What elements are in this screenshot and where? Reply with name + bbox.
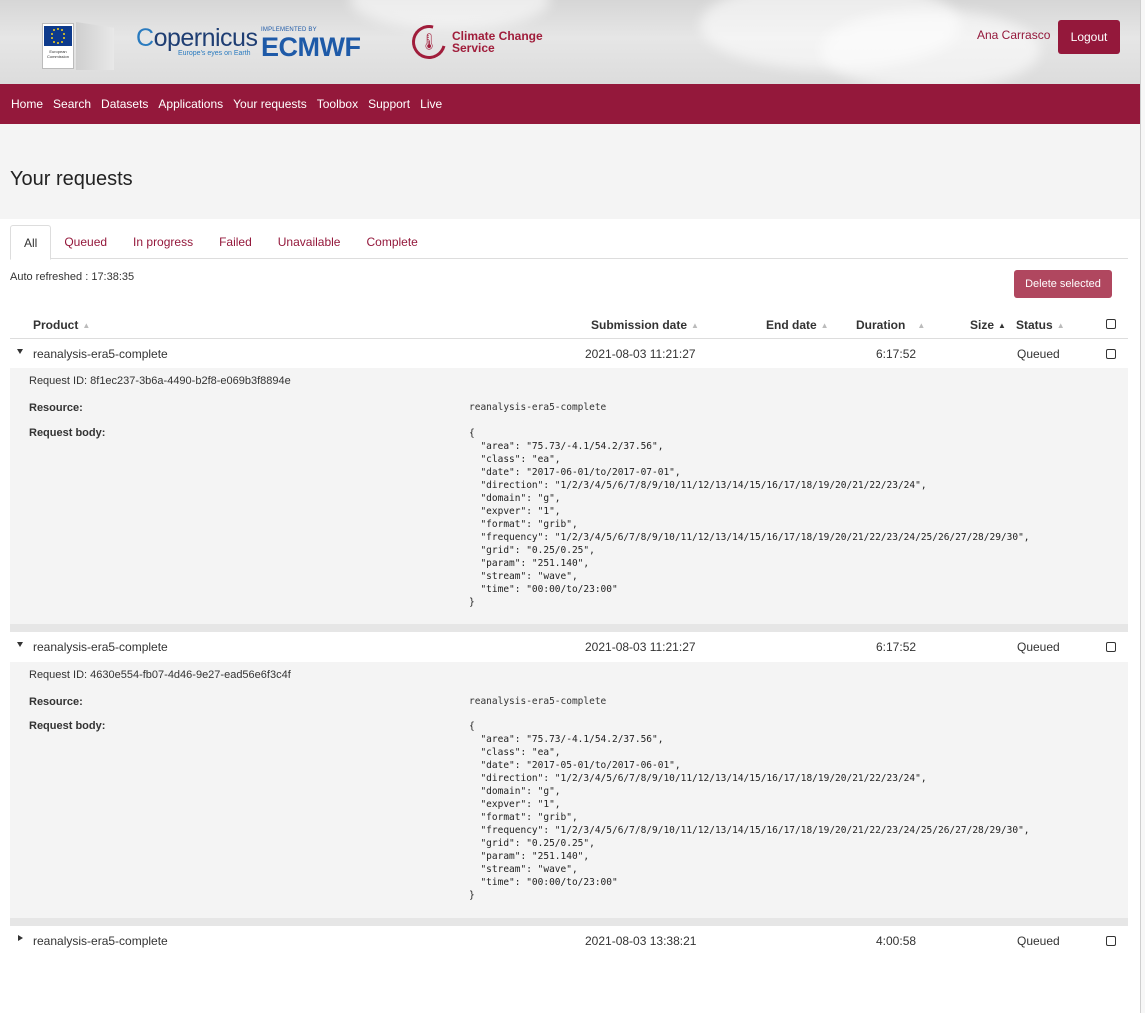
copernicus-logo[interactable]: Copernicus Europe's eyes on Earth xyxy=(136,24,258,57)
nav-toolbox[interactable]: Toolbox xyxy=(317,97,358,111)
page-title: Your requests xyxy=(10,168,133,190)
tab-in-progress[interactable]: In progress xyxy=(120,225,206,259)
site-header: European Commission Copernicus Europe's … xyxy=(0,0,1145,84)
request-body-label: Request body: xyxy=(29,720,106,732)
resource-value: reanalysis-era5-complete xyxy=(469,696,607,707)
tab-complete[interactable]: Complete xyxy=(353,225,430,259)
row-product: reanalysis-era5-complete xyxy=(33,640,168,654)
ecmwf-wordmark: ECMWF xyxy=(261,32,361,62)
row-product: reanalysis-era5-complete xyxy=(33,934,168,948)
caret-down-icon[interactable] xyxy=(17,642,23,647)
row-checkbox[interactable] xyxy=(1106,349,1116,359)
table-row[interactable]: reanalysis-era5-complete 2021-08-03 11:2… xyxy=(10,632,1128,661)
logout-button[interactable]: Logout xyxy=(1058,20,1120,54)
request-body: { "area": "75.73/-4.1/54.2/37.56", "clas… xyxy=(469,721,1030,901)
tab-queued[interactable]: Queued xyxy=(51,225,120,259)
col-product[interactable]: Product ▲ xyxy=(33,318,90,332)
request-body-label: Request body: xyxy=(29,427,106,439)
request-detail: Request ID: 8f1ec237-3b6a-4490-b2f8-e069… xyxy=(10,368,1128,624)
col-submission-date[interactable]: Submission date ▲ xyxy=(591,318,699,332)
sort-asc-icon: ▲ xyxy=(998,321,1006,330)
copernicus-word: opernicus xyxy=(153,24,258,52)
col-status[interactable]: Status ▲ xyxy=(1016,318,1065,332)
table-row[interactable]: reanalysis-era5-complete 2021-08-03 11:2… xyxy=(10,339,1128,368)
row-status: Queued xyxy=(1017,934,1060,948)
nav-your-requests[interactable]: Your requests xyxy=(233,97,307,111)
sort-icon: ▲ xyxy=(691,321,699,330)
col-duration[interactable]: Duration ▲ xyxy=(856,318,925,332)
main-nav: Home Search Datasets Applications Your r… xyxy=(0,84,1140,124)
row-status: Queued xyxy=(1017,347,1060,361)
nav-live[interactable]: Live xyxy=(420,97,442,111)
auto-refresh-status: Auto refreshed : 17:38:35 xyxy=(10,271,135,283)
col-end-date[interactable]: End date ▲ xyxy=(766,318,829,332)
row-product: reanalysis-era5-complete xyxy=(33,347,168,361)
c3s-line2: Service xyxy=(452,41,495,55)
status-tabs: All Queued In progress Failed Unavailabl… xyxy=(10,225,1128,260)
nav-support[interactable]: Support xyxy=(368,97,410,111)
row-checkbox[interactable] xyxy=(1106,642,1116,652)
eu-logo-text: European Commission xyxy=(46,49,69,59)
sort-icon: ▲ xyxy=(82,321,91,330)
tab-all[interactable]: All xyxy=(10,225,52,260)
resource-label: Resource: xyxy=(29,696,83,708)
row-checkbox[interactable] xyxy=(1106,936,1116,946)
request-detail: Request ID: 4630e554-fb07-4d46-9e27-ead5… xyxy=(10,662,1128,918)
request-body: { "area": "75.73/-4.1/54.2/37.56", "clas… xyxy=(469,428,1030,608)
window-edge xyxy=(1140,0,1145,1013)
copernicus-prefix: C xyxy=(136,24,154,52)
tab-failed[interactable]: Failed xyxy=(206,225,265,259)
table-row[interactable]: reanalysis-era5-complete 2021-08-03 13:3… xyxy=(10,926,1128,955)
caret-down-icon[interactable] xyxy=(17,349,23,354)
resource-value: reanalysis-era5-complete xyxy=(469,402,607,413)
sort-icon: ▲ xyxy=(1056,321,1065,330)
european-commission-logo[interactable]: European Commission xyxy=(42,22,116,70)
nav-applications[interactable]: Applications xyxy=(158,97,223,111)
thermometer-icon: 🌡 xyxy=(405,18,453,66)
sort-icon: ▲ xyxy=(917,321,926,330)
resource-label: Resource: xyxy=(29,402,83,414)
nav-home[interactable]: Home xyxy=(11,97,43,111)
page-title-band: Your requests xyxy=(0,124,1140,219)
row-duration: 6:17:52 xyxy=(876,640,917,654)
row-status: Queued xyxy=(1017,640,1060,654)
c3s-logo[interactable]: 🌡 Climate Change Service xyxy=(405,18,543,66)
row-submission-date: 2021-08-03 13:38:21 xyxy=(585,934,697,948)
copernicus-tagline: Europe's eyes on Earth xyxy=(178,50,251,57)
request-id: Request ID: 8f1ec237-3b6a-4490-b2f8-e069… xyxy=(29,375,291,387)
user-name-link[interactable]: Ana Carrasco xyxy=(977,28,1050,42)
nav-search[interactable]: Search xyxy=(53,97,91,111)
caret-right-icon[interactable] xyxy=(18,935,23,941)
nav-datasets[interactable]: Datasets xyxy=(101,97,148,111)
row-submission-date: 2021-08-03 11:21:27 xyxy=(585,347,696,361)
ecmwf-logo[interactable]: IMPLEMENTED BY ECMWF xyxy=(261,27,361,62)
row-duration: 4:00:58 xyxy=(876,934,917,948)
delete-selected-button[interactable]: Delete selected xyxy=(1014,270,1112,298)
tab-unavailable[interactable]: Unavailable xyxy=(265,225,354,259)
row-duration: 6:17:52 xyxy=(876,347,917,361)
select-all-checkbox[interactable] xyxy=(1106,319,1116,329)
sort-icon: ▲ xyxy=(820,321,829,330)
row-submission-date: 2021-08-03 11:21:27 xyxy=(585,640,696,654)
request-id: Request ID: 4630e554-fb07-4d46-9e27-ead5… xyxy=(29,669,291,681)
eu-flag-icon xyxy=(44,26,72,46)
table-header: Product ▲ Submission date ▲ End date ▲ Dura… xyxy=(10,310,1128,339)
col-size[interactable]: Size ▲ xyxy=(970,318,1006,332)
